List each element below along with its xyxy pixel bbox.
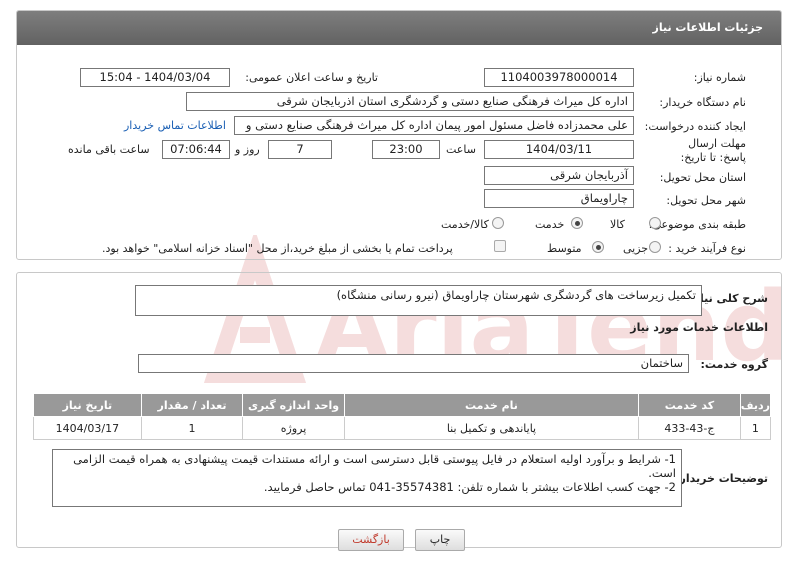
col-row: ردیف: [739, 393, 772, 417]
province-field[interactable]: آذربایجان شرقی: [484, 166, 634, 185]
category-radio-service[interactable]: [571, 217, 583, 229]
need-number-label: شماره نیاز:: [693, 71, 746, 84]
buyer-org-field[interactable]: اداره کل میراث فرهنگی صنایع دستی و گردشگ…: [186, 92, 634, 111]
days-label: روز و: [235, 143, 260, 156]
panel-title: جزئیات اطلاعات نیاز: [652, 21, 764, 34]
col-date: تاریخ نیاز: [33, 393, 142, 417]
need-number-field[interactable]: 1104003978000014: [484, 68, 634, 87]
cell-row: 1: [739, 416, 772, 440]
panel-header: جزئیات اطلاعات نیاز: [17, 11, 781, 45]
announce-field[interactable]: 1404/03/04 - 15:04: [80, 68, 230, 87]
buyer-org-label: نام دستگاه خریدار:: [659, 96, 746, 109]
city-field[interactable]: چاراویماق: [484, 189, 634, 208]
category-label: طبقه بندی موضوعی:: [648, 218, 746, 231]
days-field[interactable]: 7: [268, 140, 332, 159]
cell-code: ج-43-433: [638, 416, 741, 440]
deadline-time-label: ساعت: [446, 143, 476, 156]
print-button[interactable]: چاپ: [415, 529, 465, 551]
category-option-goods-service: کالا/خدمت: [441, 218, 489, 231]
remaining-time-field[interactable]: 07:06:44: [162, 140, 230, 159]
province-label: استان محل تحویل:: [659, 171, 746, 184]
col-name: نام خدمت: [343, 393, 640, 417]
deadline-label: مهلت ارسال پاسخ: تا تاریخ:: [680, 137, 746, 164]
creator-field[interactable]: علی محمدزاده فاضل مسئول امور پیمان اداره…: [234, 116, 634, 135]
notes-line-2: 2- جهت کسب اطلاعات بیشتر با شماره تلفن: …: [263, 480, 676, 494]
process-label: نوع فرآیند خرید :: [668, 242, 746, 255]
announce-label: تاریخ و ساعت اعلان عمومی:: [245, 71, 378, 84]
payment-note: پرداخت تمام یا بخشی از مبلغ خرید،از محل …: [102, 242, 453, 255]
process-option-minor: جزیی: [623, 242, 649, 255]
cell-unit: پروژه: [242, 416, 345, 440]
col-code: کد خدمت: [638, 393, 741, 417]
summary-field[interactable]: تکمیل زیرساخت های گردشگری شهرستان چاراوی…: [135, 285, 702, 316]
creator-label: ایجاد کننده درخواست:: [644, 120, 746, 133]
cell-date: 1404/03/17: [33, 416, 142, 440]
col-unit: واحد اندازه گیری: [242, 393, 345, 417]
city-label: شهر محل تحویل:: [666, 194, 746, 207]
notes-line-1: 1- شرایط و برآورد اولیه استعلام در فایل …: [73, 452, 676, 480]
treasury-checkbox[interactable]: [494, 240, 506, 252]
table-header-row: ردیف کد خدمت نام خدمت واحد اندازه گیری ت…: [33, 393, 772, 417]
deadline-time-field[interactable]: 23:00: [372, 140, 440, 159]
cell-qty: 1: [140, 416, 244, 440]
services-table: ردیف کد خدمت نام خدمت واحد اندازه گیری ت…: [33, 393, 772, 440]
back-button[interactable]: بازگشت: [338, 529, 404, 551]
category-radio-goods-service[interactable]: [492, 217, 504, 229]
deadline-date-field[interactable]: 1404/03/11: [484, 140, 634, 159]
col-qty: تعداد / مقدار: [140, 393, 244, 417]
cell-name: پایاندهی و تکمیل بنا: [343, 416, 640, 440]
notes-field[interactable]: 1- شرایط و برآورد اولیه استعلام در فایل …: [52, 449, 682, 507]
category-option-goods: کالا: [610, 218, 625, 231]
table-row[interactable]: 1 ج-43-433 پایاندهی و تکمیل بنا پروژه 1 …: [33, 416, 772, 440]
contact-buyer-link[interactable]: اطلاعات تماس خریدار: [124, 119, 226, 132]
process-option-medium: متوسط: [547, 242, 582, 255]
services-heading: اطلاعات خدمات مورد نیاز: [630, 321, 768, 334]
category-radio-goods[interactable]: [649, 217, 661, 229]
service-group-field[interactable]: ساختمان: [138, 354, 689, 373]
remaining-label: ساعت باقی مانده: [68, 143, 150, 156]
notes-label: توضیحات خریدار:: [675, 472, 768, 485]
category-option-service: خدمت: [535, 218, 565, 231]
process-radio-minor[interactable]: [649, 241, 661, 253]
process-radio-medium[interactable]: [592, 241, 604, 253]
service-group-label: گروه خدمت:: [700, 358, 768, 371]
